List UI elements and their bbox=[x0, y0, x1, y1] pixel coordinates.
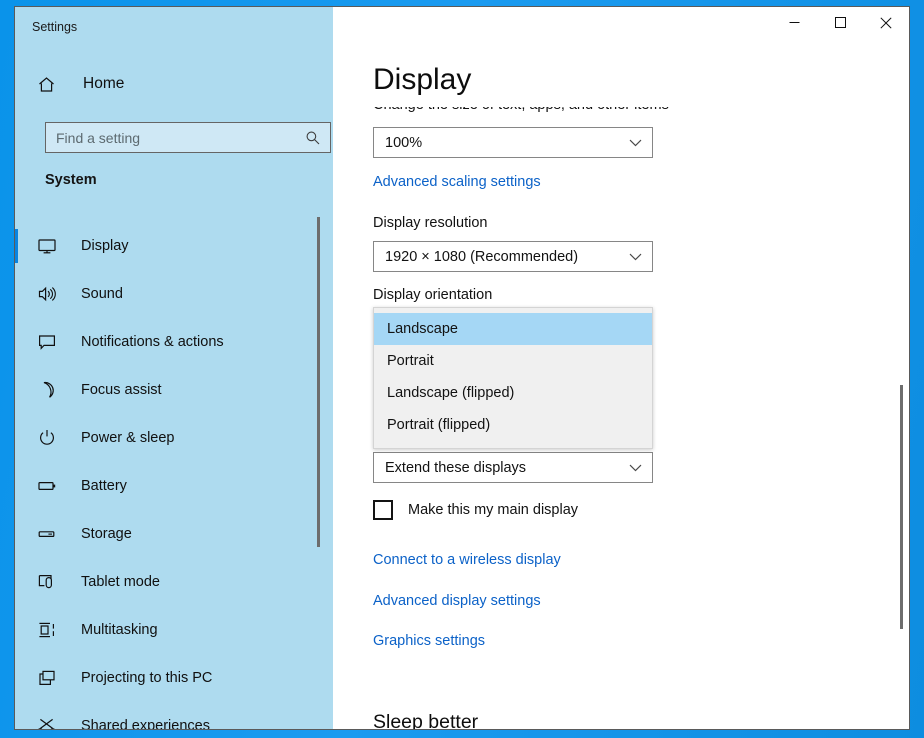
orientation-option-landscape[interactable]: Landscape bbox=[374, 313, 652, 345]
sidebar: Settings Home System bbox=[15, 7, 333, 729]
window-controls bbox=[771, 7, 909, 47]
sidebar-item-label: Display bbox=[81, 238, 129, 254]
moon-icon bbox=[37, 380, 67, 400]
scaling-value: 100% bbox=[385, 134, 423, 151]
sidebar-item-projecting[interactable]: Projecting to this PC bbox=[15, 654, 333, 702]
advanced-scaling-settings-link[interactable]: Advanced scaling settings bbox=[373, 174, 541, 190]
sidebar-item-label: Multitasking bbox=[81, 622, 158, 638]
battery-icon bbox=[37, 476, 67, 496]
shared-experiences-icon bbox=[37, 716, 67, 729]
sidebar-item-focus-assist[interactable]: Focus assist bbox=[15, 366, 333, 414]
sidebar-item-tablet-mode[interactable]: Tablet mode bbox=[15, 558, 333, 606]
sidebar-group-header: System bbox=[45, 172, 97, 188]
content-scrollbar[interactable] bbox=[895, 7, 909, 729]
settings-scroll-area: Change the size of text, apps, and other… bbox=[333, 7, 909, 729]
sidebar-item-label: Tablet mode bbox=[81, 574, 160, 590]
sleep-better-heading: Sleep better bbox=[373, 711, 479, 729]
home-icon bbox=[37, 75, 69, 94]
page-title: Display bbox=[373, 63, 472, 96]
sidebar-scrollbar[interactable] bbox=[313, 7, 324, 729]
content-pane: Change the size of text, apps, and other… bbox=[333, 7, 909, 729]
storage-icon bbox=[37, 524, 67, 544]
wireless-display-link[interactable]: Connect to a wireless display bbox=[373, 552, 561, 568]
multiple-displays-combobox[interactable]: Extend these displays bbox=[373, 452, 653, 483]
resolution-label: Display resolution bbox=[373, 215, 488, 231]
sidebar-item-display[interactable]: Display bbox=[15, 222, 333, 270]
tablet-mode-icon bbox=[37, 572, 67, 592]
settings-window: Settings Home System bbox=[14, 6, 910, 730]
speaker-icon bbox=[37, 284, 67, 304]
search-input[interactable] bbox=[45, 122, 331, 153]
monitor-icon bbox=[37, 236, 67, 256]
maximize-button[interactable] bbox=[817, 7, 863, 38]
main-display-checkbox-row[interactable]: Make this my main display bbox=[373, 500, 578, 520]
main-display-checkbox[interactable] bbox=[373, 500, 393, 520]
sidebar-item-battery[interactable]: Battery bbox=[15, 462, 333, 510]
resolution-combobox[interactable]: 1920 × 1080 (Recommended) bbox=[373, 241, 653, 272]
sidebar-item-storage[interactable]: Storage bbox=[15, 510, 333, 558]
orientation-dropdown-popup[interactable]: Landscape Portrait Landscape (flipped) P… bbox=[373, 307, 653, 449]
multiple-displays-value: Extend these displays bbox=[385, 459, 527, 476]
minimize-button[interactable] bbox=[771, 7, 817, 38]
sidebar-item-notifications[interactable]: Notifications & actions bbox=[15, 318, 333, 366]
orientation-label: Display orientation bbox=[373, 287, 493, 303]
graphics-settings-link[interactable]: Graphics settings bbox=[373, 633, 485, 649]
sidebar-item-label: Sound bbox=[81, 286, 123, 302]
orientation-option-portrait[interactable]: Portrait bbox=[374, 345, 652, 377]
sidebar-item-label: Power & sleep bbox=[81, 430, 175, 446]
main-display-checkbox-label: Make this my main display bbox=[408, 502, 579, 518]
sidebar-item-multitasking[interactable]: Multitasking bbox=[15, 606, 333, 654]
multitasking-icon bbox=[37, 620, 67, 640]
scaling-label: Change the size of text, apps, and other… bbox=[373, 97, 669, 113]
sidebar-item-label: Focus assist bbox=[81, 382, 162, 398]
sidebar-item-sound[interactable]: Sound bbox=[15, 270, 333, 318]
projecting-icon bbox=[37, 668, 67, 688]
notification-icon bbox=[37, 332, 67, 352]
sidebar-item-shared-experiences[interactable]: Shared experiences bbox=[15, 702, 333, 729]
chevron-down-icon bbox=[629, 463, 642, 472]
sidebar-item-label: Projecting to this PC bbox=[81, 670, 213, 686]
sidebar-item-label: Shared experiences bbox=[81, 718, 210, 729]
content-scrollbar-thumb[interactable] bbox=[900, 385, 903, 629]
sidebar-item-label: Battery bbox=[81, 478, 127, 494]
window-titlebar: Settings bbox=[15, 7, 333, 47]
window-title: Settings bbox=[32, 20, 78, 34]
sidebar-item-home[interactable]: Home bbox=[15, 67, 333, 101]
sidebar-item-label: Storage bbox=[81, 526, 132, 542]
home-label: Home bbox=[83, 75, 125, 92]
sidebar-nav-list: Display Sound Notifications & actions Fo… bbox=[15, 222, 333, 729]
scaling-combobox[interactable]: 100% bbox=[373, 127, 653, 158]
advanced-display-settings-link[interactable]: Advanced display settings bbox=[373, 593, 541, 609]
sidebar-item-power-sleep[interactable]: Power & sleep bbox=[15, 414, 333, 462]
orientation-option-portrait-flipped[interactable]: Portrait (flipped) bbox=[374, 409, 652, 441]
sidebar-scrollbar-thumb[interactable] bbox=[317, 217, 320, 547]
orientation-option-landscape-flipped[interactable]: Landscape (flipped) bbox=[374, 377, 652, 409]
chevron-down-icon bbox=[629, 138, 642, 147]
chevron-down-icon bbox=[629, 252, 642, 261]
resolution-value: 1920 × 1080 (Recommended) bbox=[385, 248, 579, 265]
sidebar-item-label: Notifications & actions bbox=[81, 334, 224, 350]
selection-indicator bbox=[15, 229, 18, 263]
search-field[interactable] bbox=[46, 129, 301, 146]
power-icon bbox=[37, 428, 67, 448]
